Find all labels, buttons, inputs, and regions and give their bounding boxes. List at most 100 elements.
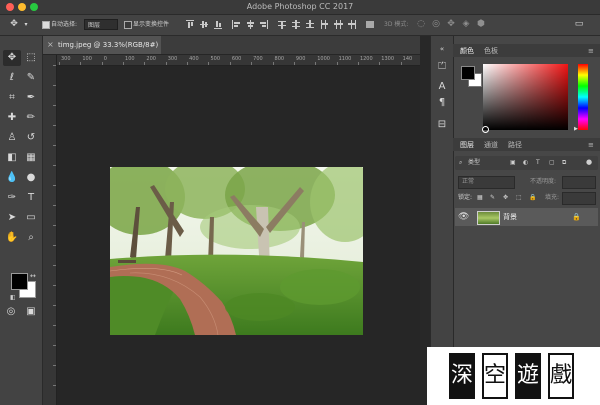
pen-tool[interactable]: ✑ (3, 190, 21, 206)
auto-align-icon[interactable] (366, 20, 374, 29)
blur-tool[interactable]: 💧 (3, 170, 21, 186)
lock-position-icon[interactable]: ✥ (503, 193, 508, 203)
lasso-tool[interactable]: ℓ (3, 70, 21, 86)
ruler-label: 400 (189, 56, 199, 62)
layer-filter-search-icon[interactable]: ⌕ (459, 158, 462, 168)
tab-channels[interactable]: 通道 (484, 139, 498, 151)
marquee-tool[interactable]: ⬚ (22, 50, 40, 66)
foreground-color-swatch[interactable] (11, 273, 28, 290)
align-top-icon[interactable] (186, 20, 194, 29)
brush-tool[interactable]: ✏ (22, 110, 40, 126)
title-bar: Adobe Photoshop CC 2017 (0, 0, 600, 15)
distribute-right-icon[interactable] (348, 20, 356, 29)
align-right-icon[interactable] (260, 20, 268, 29)
auto-select-checkbox[interactable] (42, 21, 50, 29)
tab-paths[interactable]: 路径 (508, 139, 522, 151)
tab-layers[interactable]: 图层 (460, 139, 474, 151)
filter-shape-icon[interactable]: ▢ (549, 158, 555, 168)
align-horizontal-center-icon[interactable] (246, 20, 254, 29)
3d-roll-icon[interactable]: ◎ (430, 18, 442, 31)
filter-toggle-icon[interactable]: ● (586, 157, 592, 167)
ruler-tick (53, 225, 56, 226)
ruler-label: 300 (167, 56, 178, 62)
history-panel-icon[interactable]: ⏍ (434, 60, 450, 74)
color-panel-fg-swatch[interactable] (461, 66, 475, 80)
opacity-field[interactable] (562, 176, 596, 189)
healing-brush-tool[interactable]: ✚ (3, 110, 21, 126)
distribute-vcenter-icon[interactable] (292, 20, 300, 29)
fill-field[interactable] (562, 192, 596, 205)
tab-close-icon[interactable]: × (47, 39, 55, 51)
layer-name: 背景 (503, 213, 517, 221)
properties-panel-icon[interactable]: ⊟ (434, 118, 450, 132)
shape-tool[interactable]: ▭ (22, 210, 40, 226)
panel-collapse-icon[interactable]: « (434, 42, 450, 56)
filter-pixel-icon[interactable]: ▣ (510, 158, 516, 168)
tab-swatches[interactable]: 色板 (484, 45, 498, 57)
eye-icon[interactable]: 👁 (458, 211, 469, 223)
distribute-top-icon[interactable] (278, 20, 286, 29)
path-select-tool[interactable]: ➤ (3, 210, 21, 226)
layer-filter-kind[interactable]: 类型 (468, 158, 480, 168)
quick-mask-icon[interactable]: ◎ (2, 304, 20, 320)
hue-slider[interactable] (578, 64, 588, 130)
paragraph-panel-icon[interactable]: ¶ (434, 96, 450, 110)
clone-stamp-tool[interactable]: ♙ (3, 130, 21, 146)
history-brush-tool[interactable]: ↺ (22, 130, 40, 146)
gradient-tool[interactable]: ▦ (22, 150, 40, 166)
color-picker-ring-icon[interactable] (482, 126, 489, 133)
default-colors-icon[interactable]: ◧ (10, 294, 18, 302)
ruler-tick (123, 62, 125, 65)
align-left-icon[interactable] (232, 20, 240, 29)
distribute-bottom-icon[interactable] (306, 20, 314, 29)
align-vertical-center-icon[interactable] (200, 20, 208, 29)
watermark-seal-2: 空 (482, 353, 508, 399)
hand-tool[interactable]: ✋ (3, 230, 21, 246)
eyedropper-tool[interactable]: ✒ (22, 90, 40, 106)
type-tool[interactable]: T (22, 190, 40, 206)
park-photo-image (110, 167, 363, 335)
filter-smart-icon[interactable]: ⧉ (562, 158, 566, 168)
tool-preset-chevron-icon[interactable]: ▾ (22, 18, 30, 31)
dodge-tool[interactable]: ● (22, 170, 40, 186)
swap-colors-icon[interactable]: ↔ (30, 272, 38, 280)
3d-slide-icon[interactable]: ◈ (460, 18, 472, 31)
ruler-tick (53, 85, 56, 86)
layers-panel-menu-icon[interactable]: ≡ (588, 139, 594, 151)
crop-tool[interactable]: ⌗ (3, 90, 21, 106)
lock-artboard-icon[interactable]: ⬚ (516, 193, 522, 203)
lock-all-icon[interactable]: 🔒 (529, 193, 536, 203)
filter-adjust-icon[interactable]: ◐ (523, 158, 528, 168)
hue-slider-handle-icon[interactable]: ▶ (574, 126, 578, 132)
color-field[interactable] (483, 64, 568, 130)
ruler-tick (357, 62, 359, 65)
lock-image-icon[interactable]: ✎ (490, 193, 495, 203)
3d-drag-icon[interactable]: ✥ (445, 18, 457, 31)
workspace-icon[interactable]: ▭ (572, 18, 586, 31)
ruler-label: 800 (274, 56, 285, 62)
3d-orbit-icon[interactable]: ◌ (415, 18, 427, 31)
horizontal-ruler: 300 100 0 100 200 300 400 500 600 700 800 900 1000 11… (57, 55, 420, 66)
filter-type-icon[interactable]: T (536, 158, 540, 168)
ruler-label: 600 (231, 56, 242, 62)
3d-scale-icon[interactable]: ⬢ (475, 18, 487, 31)
ruler-tick (400, 62, 402, 65)
distribute-left-icon[interactable] (320, 20, 328, 29)
move-arrows-icon[interactable]: ✥ (6, 18, 22, 31)
auto-select-target-select[interactable]: 图层 (84, 19, 118, 30)
layers-panel-header (453, 138, 600, 151)
distribute-hcenter-icon[interactable] (334, 20, 343, 29)
ruler-tick (53, 205, 56, 206)
screen-mode-icon[interactable]: ▣ (22, 304, 40, 320)
quick-select-tool[interactable]: ✎ (22, 70, 40, 86)
show-transform-checkbox[interactable] (124, 21, 132, 29)
move-tool[interactable]: ✥ (3, 50, 21, 66)
panel-menu-icon[interactable]: ≡ (588, 45, 594, 57)
tab-color[interactable]: 颜色 (460, 45, 474, 57)
character-panel-icon[interactable]: A (434, 80, 450, 94)
align-bottom-icon[interactable] (214, 20, 222, 29)
lock-icon: 🔒 (572, 213, 581, 221)
eraser-tool[interactable]: ◧ (3, 150, 21, 166)
lock-transparent-icon[interactable]: ▦ (477, 193, 483, 203)
zoom-tool[interactable]: ⌕ (22, 230, 40, 246)
